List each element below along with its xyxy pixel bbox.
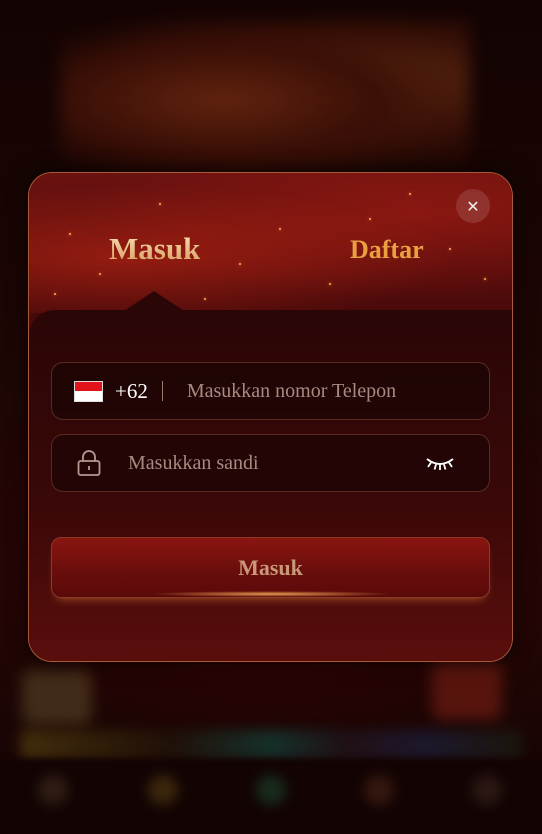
eye-closed-icon[interactable] <box>423 453 457 475</box>
tab-login[interactable]: Masuk <box>109 231 200 267</box>
phone-field: +62 <box>51 362 490 420</box>
password-input[interactable] <box>126 450 390 476</box>
country-code[interactable]: +62 <box>115 379 148 404</box>
lock-icon <box>74 448 104 478</box>
close-button[interactable]: ✕ <box>456 189 490 223</box>
tab-register[interactable]: Daftar <box>350 235 424 265</box>
login-button[interactable]: Masuk <box>51 537 490 598</box>
close-icon: ✕ <box>466 196 480 216</box>
divider <box>161 381 163 401</box>
phone-input[interactable] <box>184 378 419 404</box>
password-field <box>51 434 490 492</box>
button-glow <box>149 591 394 597</box>
indonesia-flag-icon[interactable] <box>74 380 103 402</box>
modal-header <box>29 173 512 313</box>
active-tab-indicator <box>124 291 184 311</box>
login-modal: Masuk Daftar ✕ +62 Masukkan nomor Telepo… <box>28 172 513 662</box>
